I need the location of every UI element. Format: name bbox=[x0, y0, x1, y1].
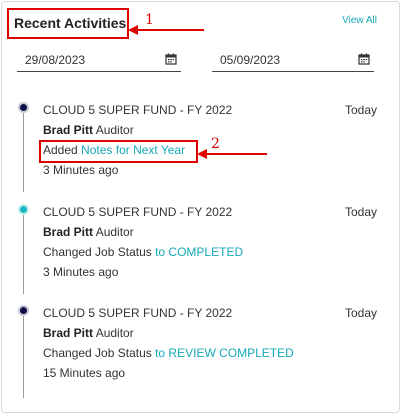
status-link[interactable]: to REVIEW COMPLETED bbox=[155, 346, 294, 360]
activity-time: Today bbox=[344, 205, 377, 219]
action-text: Added bbox=[43, 143, 78, 157]
activity-time: Today bbox=[344, 103, 377, 117]
annotation-arrow-1 bbox=[128, 25, 204, 35]
action-text: Changed Job Status bbox=[43, 245, 152, 259]
user-role: Auditor bbox=[95, 326, 134, 340]
action-text: Changed Job Status bbox=[43, 346, 152, 360]
activity-action: Changed Job Status to COMPLETED bbox=[43, 245, 243, 259]
activity-title: CLOUD 5 SUPER FUND - FY 2022 bbox=[43, 103, 233, 117]
activity-ago: 3 Minutes ago bbox=[43, 163, 119, 177]
view-all-link[interactable]: View All bbox=[342, 15, 377, 26]
timeline-dot bbox=[18, 204, 29, 215]
activity-action: Changed Job Status to REVIEW COMPLETED bbox=[43, 346, 294, 360]
notes-link[interactable]: Notes for Next Year bbox=[81, 143, 185, 157]
activity-user: Brad Pitt Auditor bbox=[43, 225, 134, 239]
timeline-line bbox=[23, 206, 24, 294]
timeline-dot bbox=[18, 305, 29, 316]
date-from-value: 29/08/2023 bbox=[25, 53, 86, 67]
user-role: Auditor bbox=[95, 123, 134, 137]
timeline-line bbox=[23, 308, 24, 398]
activity-title: CLOUD 5 SUPER FUND - FY 2022 bbox=[43, 306, 233, 320]
activity-user: Brad Pitt Auditor bbox=[43, 326, 134, 340]
annotation-label-1: 1 bbox=[145, 12, 154, 28]
user-name: Brad Pitt bbox=[43, 225, 94, 239]
annotation-label-2: 2 bbox=[211, 136, 220, 152]
timeline-line bbox=[23, 104, 24, 192]
date-from-field[interactable]: 29/08/2023 bbox=[17, 51, 181, 72]
calendar-icon[interactable] bbox=[358, 53, 370, 65]
activity-ago: 3 Minutes ago bbox=[43, 265, 119, 279]
user-role: Auditor bbox=[95, 225, 134, 239]
status-link[interactable]: to COMPLETED bbox=[155, 245, 243, 259]
activity-title: CLOUD 5 SUPER FUND - FY 2022 bbox=[43, 205, 233, 219]
timeline-dot bbox=[18, 102, 29, 113]
activity-ago: 15 Minutes ago bbox=[43, 366, 126, 380]
date-to-field[interactable]: 05/09/2023 bbox=[212, 51, 374, 72]
date-to-value: 05/09/2023 bbox=[220, 53, 281, 67]
activity-user: Brad Pitt Auditor bbox=[43, 123, 134, 137]
annotation-arrow-2 bbox=[197, 149, 267, 159]
calendar-icon[interactable] bbox=[165, 53, 177, 65]
activity-time: Today bbox=[344, 306, 377, 320]
user-name: Brad Pitt bbox=[43, 326, 94, 340]
user-name: Brad Pitt bbox=[43, 123, 94, 137]
activity-action: Added Notes for Next Year bbox=[43, 143, 185, 157]
widget-title: Recent Activities bbox=[14, 15, 127, 31]
